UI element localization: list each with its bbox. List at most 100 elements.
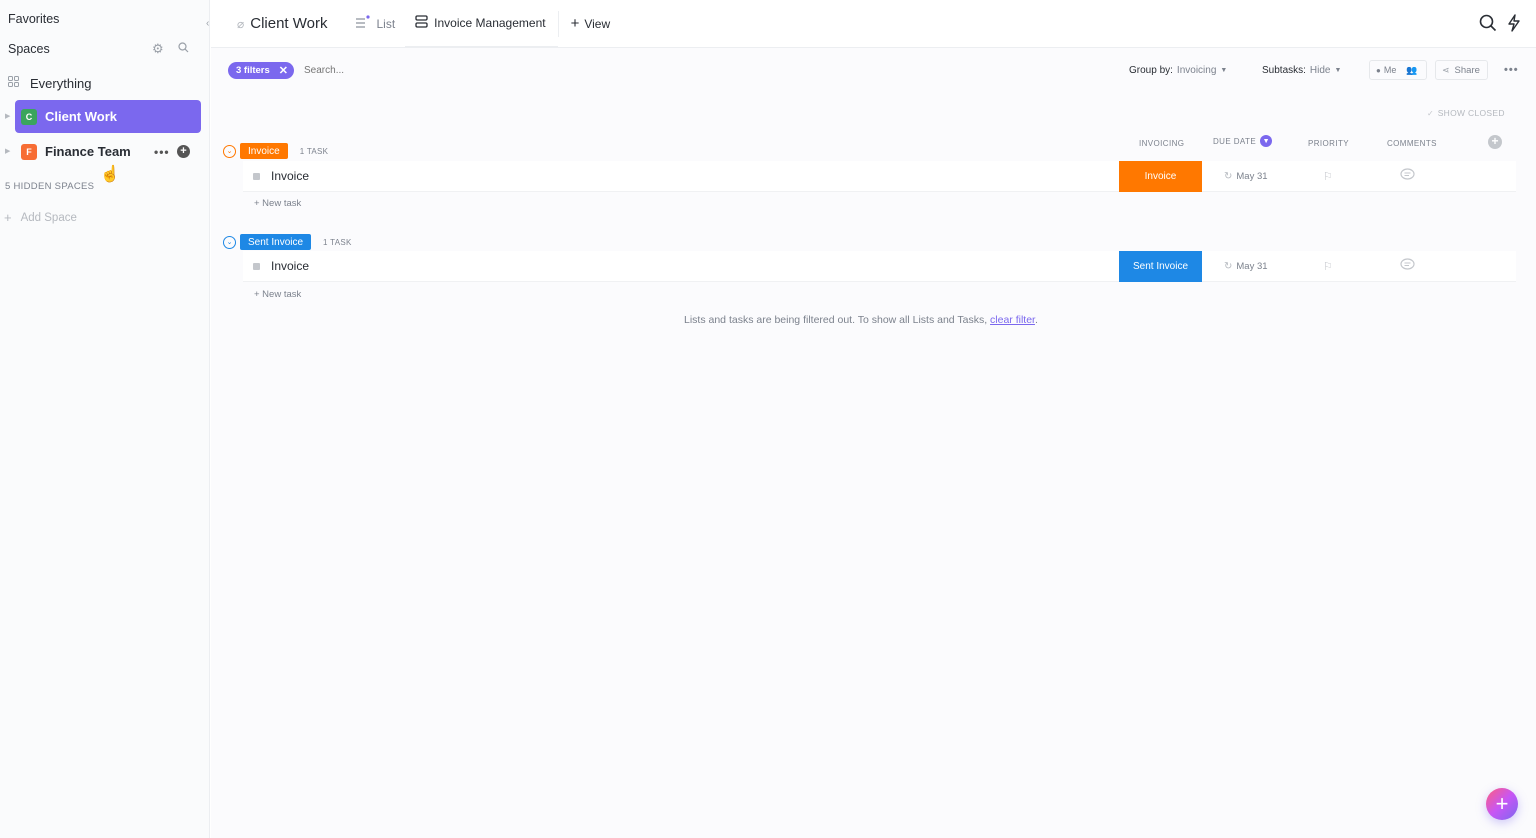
favorites-label: Favorites xyxy=(8,12,60,26)
column-header-invoicing[interactable]: INVOICING xyxy=(1139,139,1184,148)
share-button[interactable]: ⋖ Share xyxy=(1435,60,1488,80)
subtasks-dropdown[interactable]: Subtasks: Hide ▼ xyxy=(1262,65,1341,76)
board-icon xyxy=(415,14,428,31)
filter-toolbar: 3 filters ✕ Group by: Invoicing ▼ Subtas… xyxy=(211,55,1536,85)
page-title: Client Work xyxy=(250,15,328,32)
link-icon: ⌀ xyxy=(237,16,245,31)
add-column-icon[interactable]: + xyxy=(1488,135,1502,149)
search-icon[interactable] xyxy=(1479,14,1497,37)
new-task-button[interactable]: + New task xyxy=(254,289,301,300)
task-name[interactable]: Invoice xyxy=(271,259,309,273)
chevron-down-icon: ▼ xyxy=(1220,66,1228,74)
subtasks-value: Hide xyxy=(1309,64,1331,76)
add-space-button[interactable]: + Add Space xyxy=(4,210,194,225)
due-date-value: May 31 xyxy=(1236,170,1268,182)
quick-create-button[interactable]: + xyxy=(1486,788,1518,820)
spaces-label: Spaces xyxy=(8,42,50,56)
app-window: Favorites Spaces ⚙ Everything ▶ C Client… xyxy=(0,0,1536,838)
task-count: 1 TASK xyxy=(323,237,352,247)
gear-icon[interactable]: ⚙ xyxy=(152,41,164,57)
task-name[interactable]: Invoice xyxy=(271,169,309,183)
filters-label: 3 filters xyxy=(236,64,270,76)
notice-text: Lists and tasks are being filtered out. … xyxy=(684,314,988,326)
share-icon: ⋖ xyxy=(1442,64,1450,75)
due-date-label: DUE DATE xyxy=(1213,136,1257,146)
add-space-label: Add Space xyxy=(20,211,77,224)
task-count: 1 TASK xyxy=(299,146,329,156)
status-square-icon[interactable] xyxy=(253,262,260,270)
task-status-cell[interactable]: Invoice xyxy=(1119,160,1202,192)
subtasks-label: Subtasks: xyxy=(1262,64,1306,76)
space-avatar: C xyxy=(21,108,37,125)
show-closed-label: SHOW CLOSED xyxy=(1437,108,1505,118)
plus-icon: + xyxy=(4,210,12,225)
more-options-icon[interactable]: ••• xyxy=(1504,64,1519,76)
lightning-icon[interactable] xyxy=(1507,14,1521,37)
status-square-icon[interactable] xyxy=(253,172,260,180)
plus-icon: + xyxy=(1495,791,1509,816)
tab-invoice-management[interactable]: Invoice Management xyxy=(405,0,558,48)
comment-icon[interactable] xyxy=(1400,258,1415,274)
plus-icon: + xyxy=(570,15,580,32)
task-row[interactable]: Invoice Sent Invoice ↻ May 31 ⚐ xyxy=(243,250,1516,282)
tab-list[interactable]: List xyxy=(345,0,405,48)
column-header-comments[interactable]: COMMENTS xyxy=(1387,139,1437,148)
space-label: Client Work xyxy=(45,109,117,124)
recurring-icon: ↻ xyxy=(1224,170,1233,182)
task-status-cell[interactable]: Sent Invoice xyxy=(1119,250,1202,282)
show-closed-toggle[interactable]: ✓ SHOW CLOSED xyxy=(1427,108,1505,118)
hidden-spaces-label: 5 HIDDEN SPACES xyxy=(5,181,95,192)
more-options-icon[interactable]: ••• xyxy=(154,145,170,159)
flag-icon[interactable]: ⚐ xyxy=(1323,170,1333,183)
search-icon[interactable] xyxy=(178,42,189,56)
me-label: Me xyxy=(1383,65,1397,75)
flag-icon[interactable]: ⚐ xyxy=(1323,260,1333,273)
space-avatar: F xyxy=(21,143,37,160)
tab-label: Invoice Management xyxy=(434,15,546,30)
caret-right-icon[interactable]: ▶ xyxy=(5,147,10,155)
recurring-icon: ↻ xyxy=(1224,260,1233,272)
hand-cursor-icon: ☝ xyxy=(100,166,120,183)
add-view-button[interactable]: + View xyxy=(557,10,623,37)
group-by-value: Invoicing xyxy=(1176,64,1217,76)
users-icon[interactable]: 👥 xyxy=(1406,65,1417,76)
list-icon xyxy=(355,15,371,32)
search-input[interactable] xyxy=(304,64,505,76)
comment-icon[interactable] xyxy=(1400,168,1415,184)
due-date-value: May 31 xyxy=(1236,260,1268,272)
everything-label: Everything xyxy=(30,75,92,91)
add-view-label: View xyxy=(584,16,611,31)
group-header-sent-invoice: ⌄ Sent Invoice 1 TASK xyxy=(223,234,352,250)
task-row[interactable]: Invoice Invoice ↻ May 31 ⚐ xyxy=(243,160,1516,192)
collapse-sidebar-icon[interactable]: ‹ xyxy=(206,18,209,29)
filters-pill[interactable]: 3 filters ✕ xyxy=(228,61,295,79)
due-date-cell[interactable]: ↻ May 31 xyxy=(1224,261,1268,272)
sidebar: Favorites Spaces ⚙ Everything ▶ C Client… xyxy=(0,0,210,838)
share-label: Share xyxy=(1454,64,1480,76)
caret-right-icon[interactable]: ▶ xyxy=(5,112,10,120)
column-header-due-date[interactable]: DUE DATE ▼ xyxy=(1213,135,1273,147)
column-header-priority[interactable]: PRIORITY xyxy=(1308,139,1349,148)
sidebar-item-client-work[interactable]: C Client Work xyxy=(15,100,201,133)
status-badge: Invoice xyxy=(240,143,288,159)
space-title: ⌀ Client Work xyxy=(211,0,345,48)
notice-end: . xyxy=(1034,314,1038,326)
assignee-filter[interactable]: ● Me 👥 xyxy=(1369,60,1427,80)
due-date-cell[interactable]: ↻ May 31 xyxy=(1224,171,1268,182)
new-task-button[interactable]: + New task xyxy=(254,198,301,209)
favorites-header[interactable]: Favorites xyxy=(8,12,198,26)
filter-notice: Lists and tasks are being filtered out. … xyxy=(684,314,1038,326)
group-header-invoice: ⌄ Invoice 1 TASK xyxy=(223,143,328,159)
sort-down-icon[interactable]: ▼ xyxy=(1260,135,1273,147)
clear-filters-icon[interactable]: ✕ xyxy=(279,64,288,77)
clear-filter-link[interactable]: clear filter xyxy=(990,314,1035,326)
add-icon[interactable]: + xyxy=(177,145,190,158)
collapse-group-icon[interactable]: ⌄ xyxy=(223,235,236,249)
space-label: Finance Team xyxy=(45,144,131,159)
sidebar-item-everything[interactable]: Everything xyxy=(8,74,198,92)
collapse-group-icon[interactable]: ⌄ xyxy=(223,144,236,158)
chevron-down-icon: ▼ xyxy=(1334,66,1342,74)
group-by-dropdown[interactable]: Group by: Invoicing ▼ xyxy=(1129,65,1227,76)
check-icon: ✓ xyxy=(1427,108,1434,118)
user-icon: ● xyxy=(1376,65,1381,75)
